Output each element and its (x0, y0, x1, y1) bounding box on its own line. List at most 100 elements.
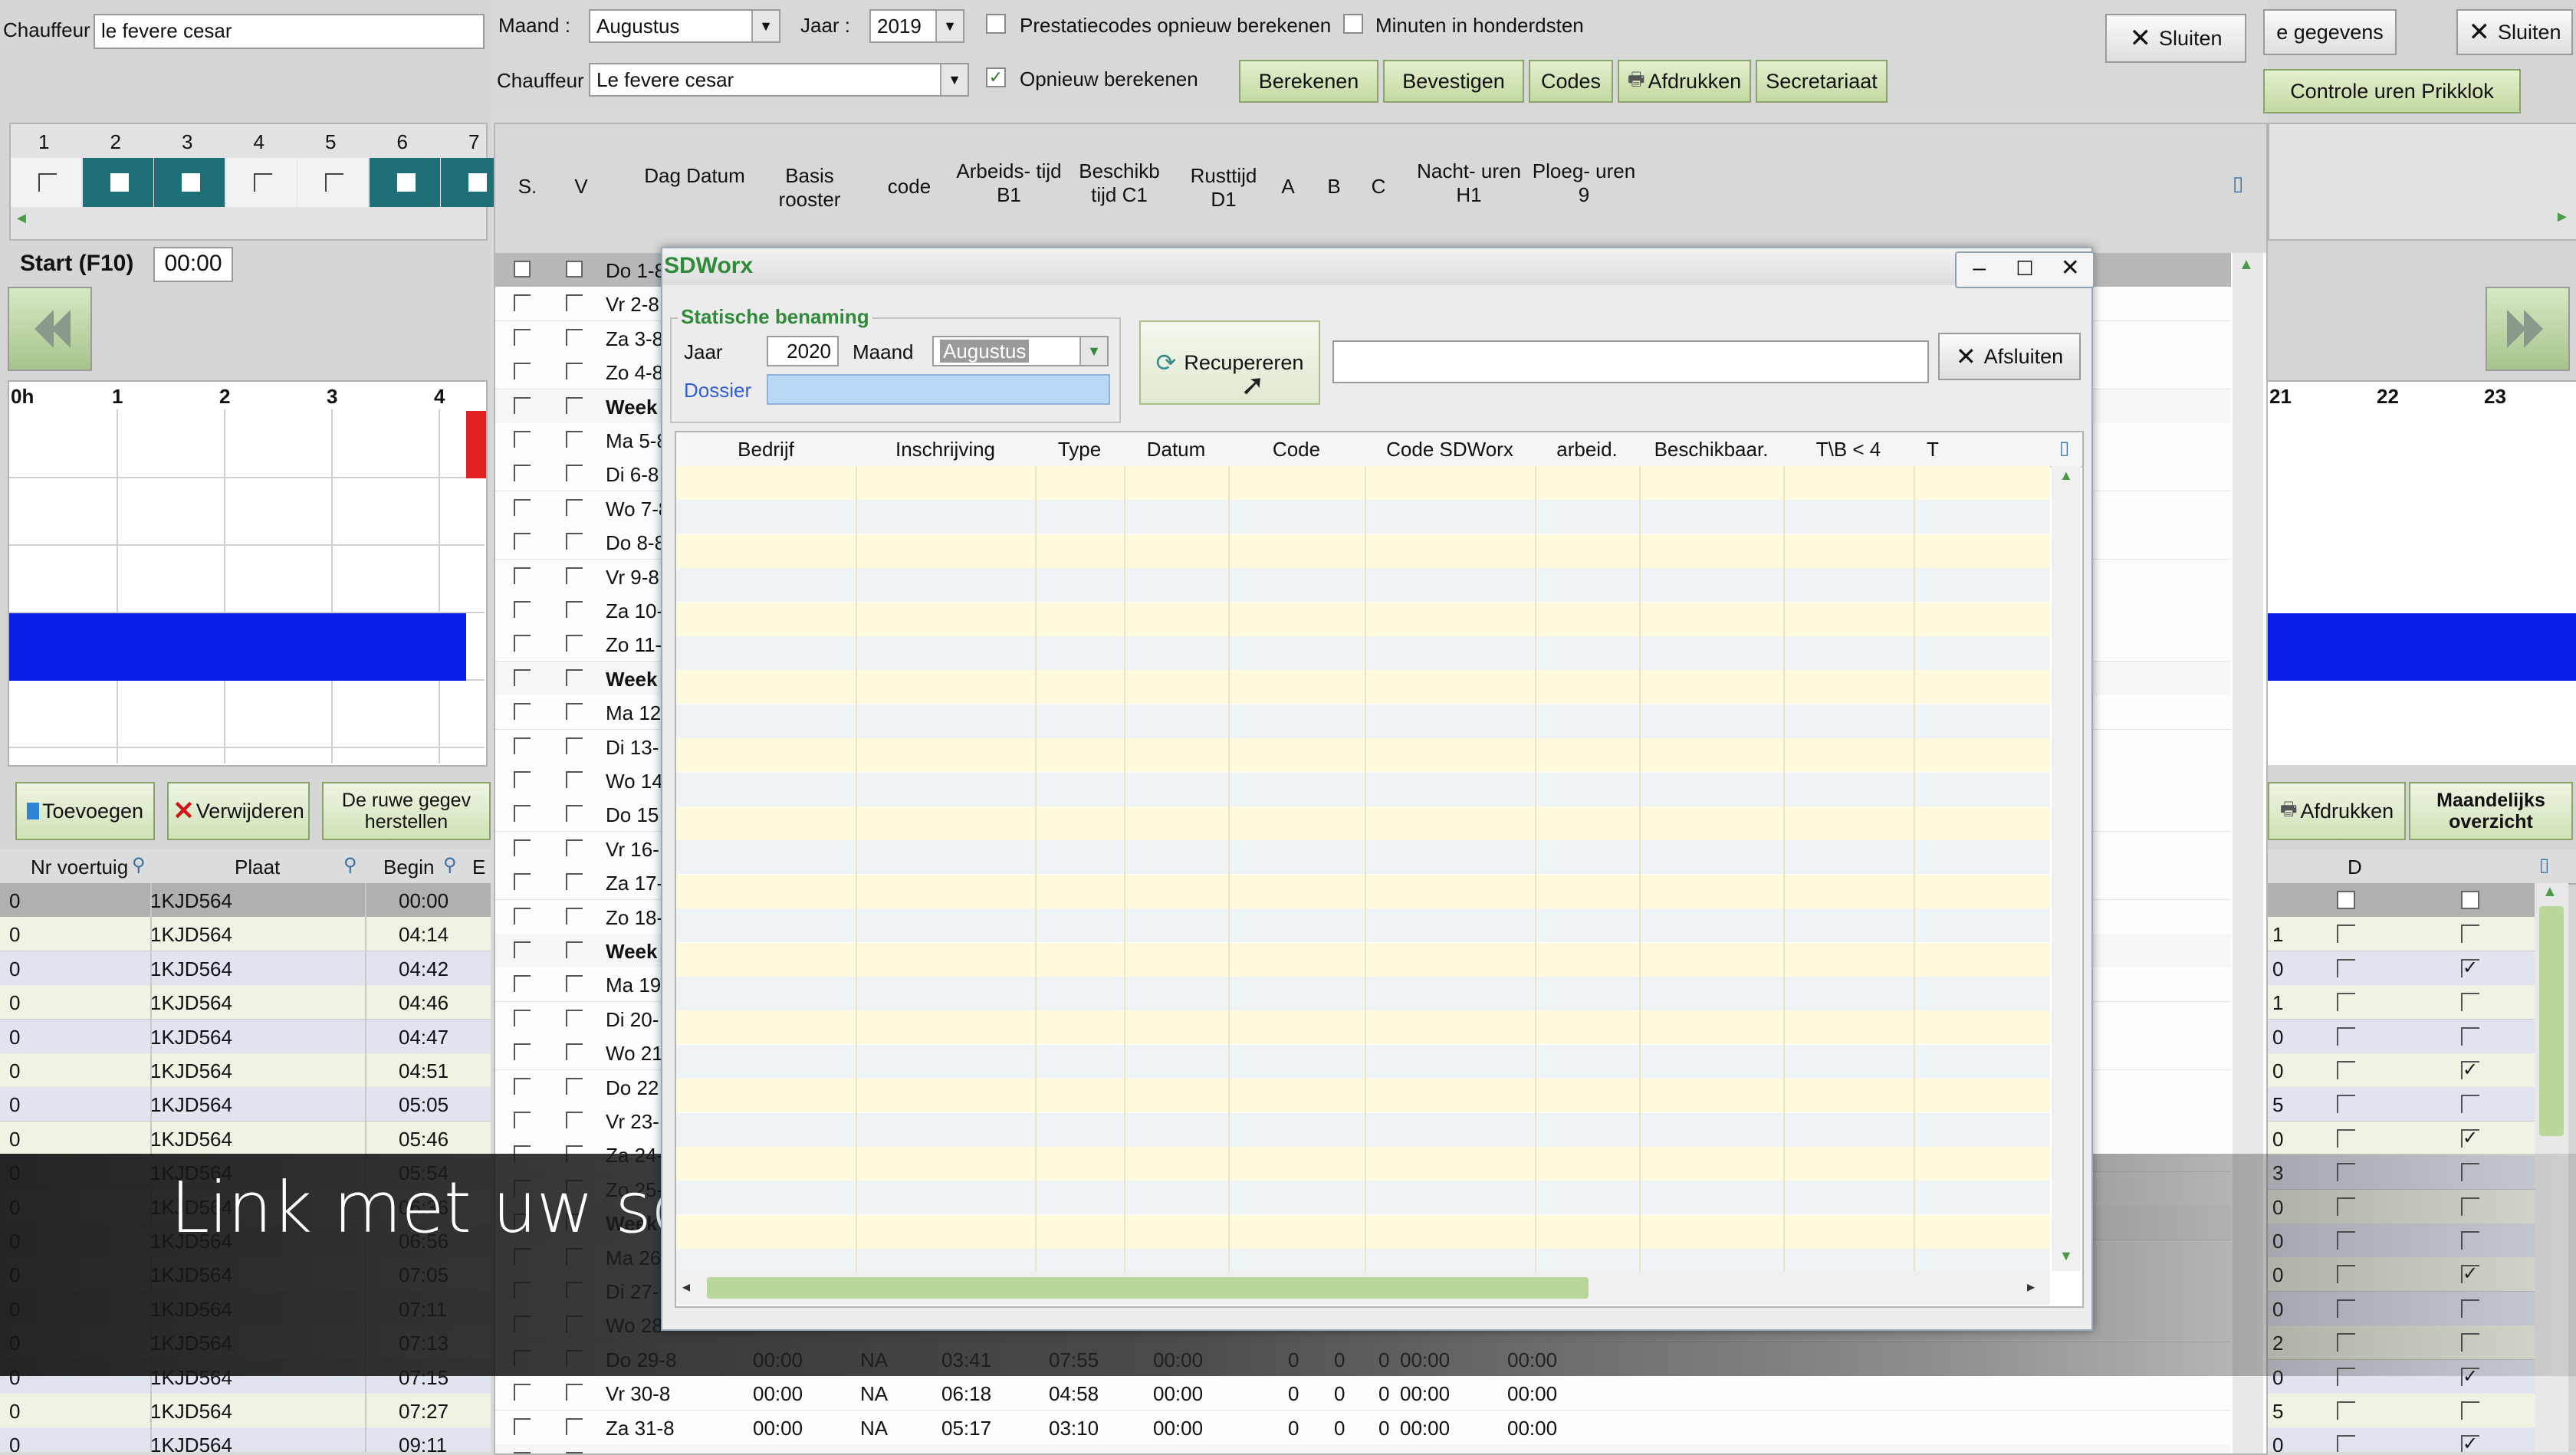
row-checkbox-s[interactable] (514, 431, 531, 448)
row-checkbox-s[interactable] (514, 465, 531, 482)
sdworx-hscrollbar[interactable]: ◂ ▸ (676, 1271, 2050, 1305)
grid-row[interactable] (676, 500, 2050, 534)
row-checkbox-s[interactable] (514, 601, 531, 618)
col-begin[interactable]: Begin (383, 856, 435, 879)
day-cell[interactable] (225, 158, 297, 207)
grid-row[interactable] (676, 1010, 2050, 1045)
scroll-up-icon[interactable]: ▲ (2542, 883, 2558, 901)
bevestigen-button[interactable]: Bevestigen (1383, 60, 1524, 103)
column-header[interactable]: Dag Datum (641, 164, 748, 188)
grid-row[interactable] (676, 806, 2050, 840)
row-checkbox-v[interactable] (566, 396, 583, 414)
grid-row[interactable] (676, 466, 2050, 500)
row-checkbox-s[interactable] (514, 839, 531, 856)
maand-select-dlg[interactable]: Augustus ▼ (932, 336, 1109, 366)
scroll-up-icon[interactable]: ▲ (2059, 468, 2073, 484)
table-row[interactable]: 0 1KJD564 05:05 (0, 1087, 491, 1122)
afsluiten-button[interactable]: ✕ Afsluiten (1938, 333, 2081, 380)
col-e[interactable]: E (472, 856, 485, 879)
grid-row[interactable] (676, 738, 2050, 773)
jaar-input-dlg[interactable]: 2020 (767, 336, 839, 366)
row-checkbox-s[interactable] (514, 873, 531, 891)
row-checkbox-s[interactable] (514, 498, 531, 516)
row-checkbox-v[interactable] (566, 975, 583, 993)
row-checkbox-checked[interactable] (2461, 1026, 2479, 1046)
day-cell[interactable] (369, 158, 440, 207)
opnieuw-checkbox[interactable]: ✓ (986, 67, 1006, 87)
table-row[interactable]: 0✓ (2268, 1427, 2536, 1452)
row-checkbox-s[interactable] (514, 533, 531, 550)
row-checkbox[interactable] (2337, 1435, 2355, 1452)
row-checkbox-v[interactable] (566, 533, 583, 550)
maandelijks-button[interactable]: Maandelijks overzicht (2409, 782, 2573, 840)
grid-row[interactable] (676, 602, 2050, 636)
table-row[interactable]: 5 (2268, 1394, 2536, 1428)
table-row[interactable]: Za 31-8 00:00 NA 05:17 03:10 00:00 0 0 0 00:00 00:… (495, 1410, 2231, 1445)
row-checkbox-s[interactable] (514, 1043, 531, 1061)
row-checkbox-v[interactable] (566, 737, 583, 754)
grid-column-header[interactable]: T (1914, 432, 1952, 466)
table-row[interactable] (2268, 883, 2536, 918)
row-checkbox[interactable] (2337, 1061, 2355, 1079)
row-checkbox-s[interactable] (514, 294, 531, 312)
day-cell[interactable] (82, 158, 153, 207)
column-header[interactable]: Basis rooster (756, 164, 863, 212)
dossier-input[interactable] (767, 374, 1110, 405)
row-checkbox[interactable] (2337, 1095, 2355, 1114)
row-checkbox-checked[interactable]: ✓ (2461, 1128, 2479, 1148)
add-button[interactable]: Toevoegen (15, 782, 155, 840)
row-checkbox-v[interactable] (566, 907, 583, 925)
start-input[interactable]: 00:00 (153, 247, 233, 282)
row-checkbox-v[interactable] (566, 839, 583, 856)
row-checkbox-s[interactable] (514, 703, 531, 721)
grid-column-header[interactable]: Type (1035, 432, 1124, 466)
grid-row[interactable] (676, 840, 2050, 875)
row-checkbox-v[interactable] (566, 1077, 583, 1095)
afdrukken-right-button[interactable]: 🖶 Afdrukken (2268, 782, 2406, 840)
col-nr-voertuig[interactable]: Nr voertuig (31, 856, 128, 879)
clipboard-icon[interactable]: ▯ (2059, 437, 2069, 459)
day-checkbox[interactable] (110, 173, 129, 192)
table-row[interactable]: 0✓ (2268, 951, 2536, 986)
grid-row[interactable] (676, 1214, 2050, 1249)
codes-button[interactable]: Codes (1529, 60, 1613, 103)
row-checkbox-s[interactable] (514, 907, 531, 925)
sluiten-right-button[interactable]: ✕ Sluiten (2456, 9, 2573, 55)
day-checkbox[interactable] (38, 173, 57, 192)
table-row[interactable]: 0 1KJD564 05:46 (0, 1121, 491, 1156)
row-checkbox[interactable] (2337, 1026, 2355, 1046)
row-checkbox-checked[interactable]: ✓ (2461, 1435, 2479, 1452)
row-checkbox-v[interactable] (566, 668, 583, 686)
dialog-titlebar[interactable]: SDWorx – ☐ ✕ (662, 248, 2095, 288)
grid-row[interactable] (676, 534, 2050, 568)
scroll-thumb[interactable] (707, 1277, 1589, 1299)
jaar-select[interactable]: 2019 ▼ (869, 9, 964, 43)
gegevens-button[interactable]: e gegevens (2263, 9, 2397, 55)
table-row[interactable]: 0 1KJD564 04:46 (0, 985, 491, 1020)
row-checkbox[interactable] (2337, 1401, 2355, 1420)
column-header[interactable]: code (879, 175, 940, 199)
grid-row[interactable] (676, 1044, 2050, 1079)
grid-row[interactable] (676, 1112, 2050, 1147)
table-row[interactable]: 0 1KJD564 09:11 (0, 1427, 491, 1452)
day-checkbox[interactable] (468, 173, 487, 192)
row-checkbox-s[interactable] (514, 941, 531, 958)
row-checkbox-v[interactable] (566, 465, 583, 482)
row-checkbox-s[interactable] (514, 668, 531, 686)
grid-row[interactable] (676, 908, 2050, 943)
minuten-checkbox[interactable] (1343, 14, 1363, 34)
row-checkbox-v[interactable] (566, 1452, 583, 1453)
column-header[interactable]: Arbeids- tijd B1 (955, 159, 1063, 207)
row-checkbox[interactable] (2337, 958, 2355, 977)
row-checkbox-s[interactable] (514, 1112, 531, 1128)
prestatie-checkbox[interactable] (986, 14, 1006, 34)
remove-button[interactable]: ✕ Verwijderen (167, 782, 310, 840)
grid-row[interactable] (676, 568, 2050, 603)
row-checkbox-v[interactable] (566, 1417, 583, 1435)
grid-column-header[interactable]: arbeid. (1535, 432, 1639, 466)
column-header[interactable]: Beschikb tijd C1 (1066, 159, 1173, 207)
row-checkbox-s[interactable] (514, 1417, 531, 1435)
row-checkbox-s[interactable] (514, 567, 531, 584)
table-row[interactable]: 0✓ (2268, 1121, 2536, 1156)
table-row[interactable]: 0 1KJD564 04:47 (0, 1019, 491, 1054)
